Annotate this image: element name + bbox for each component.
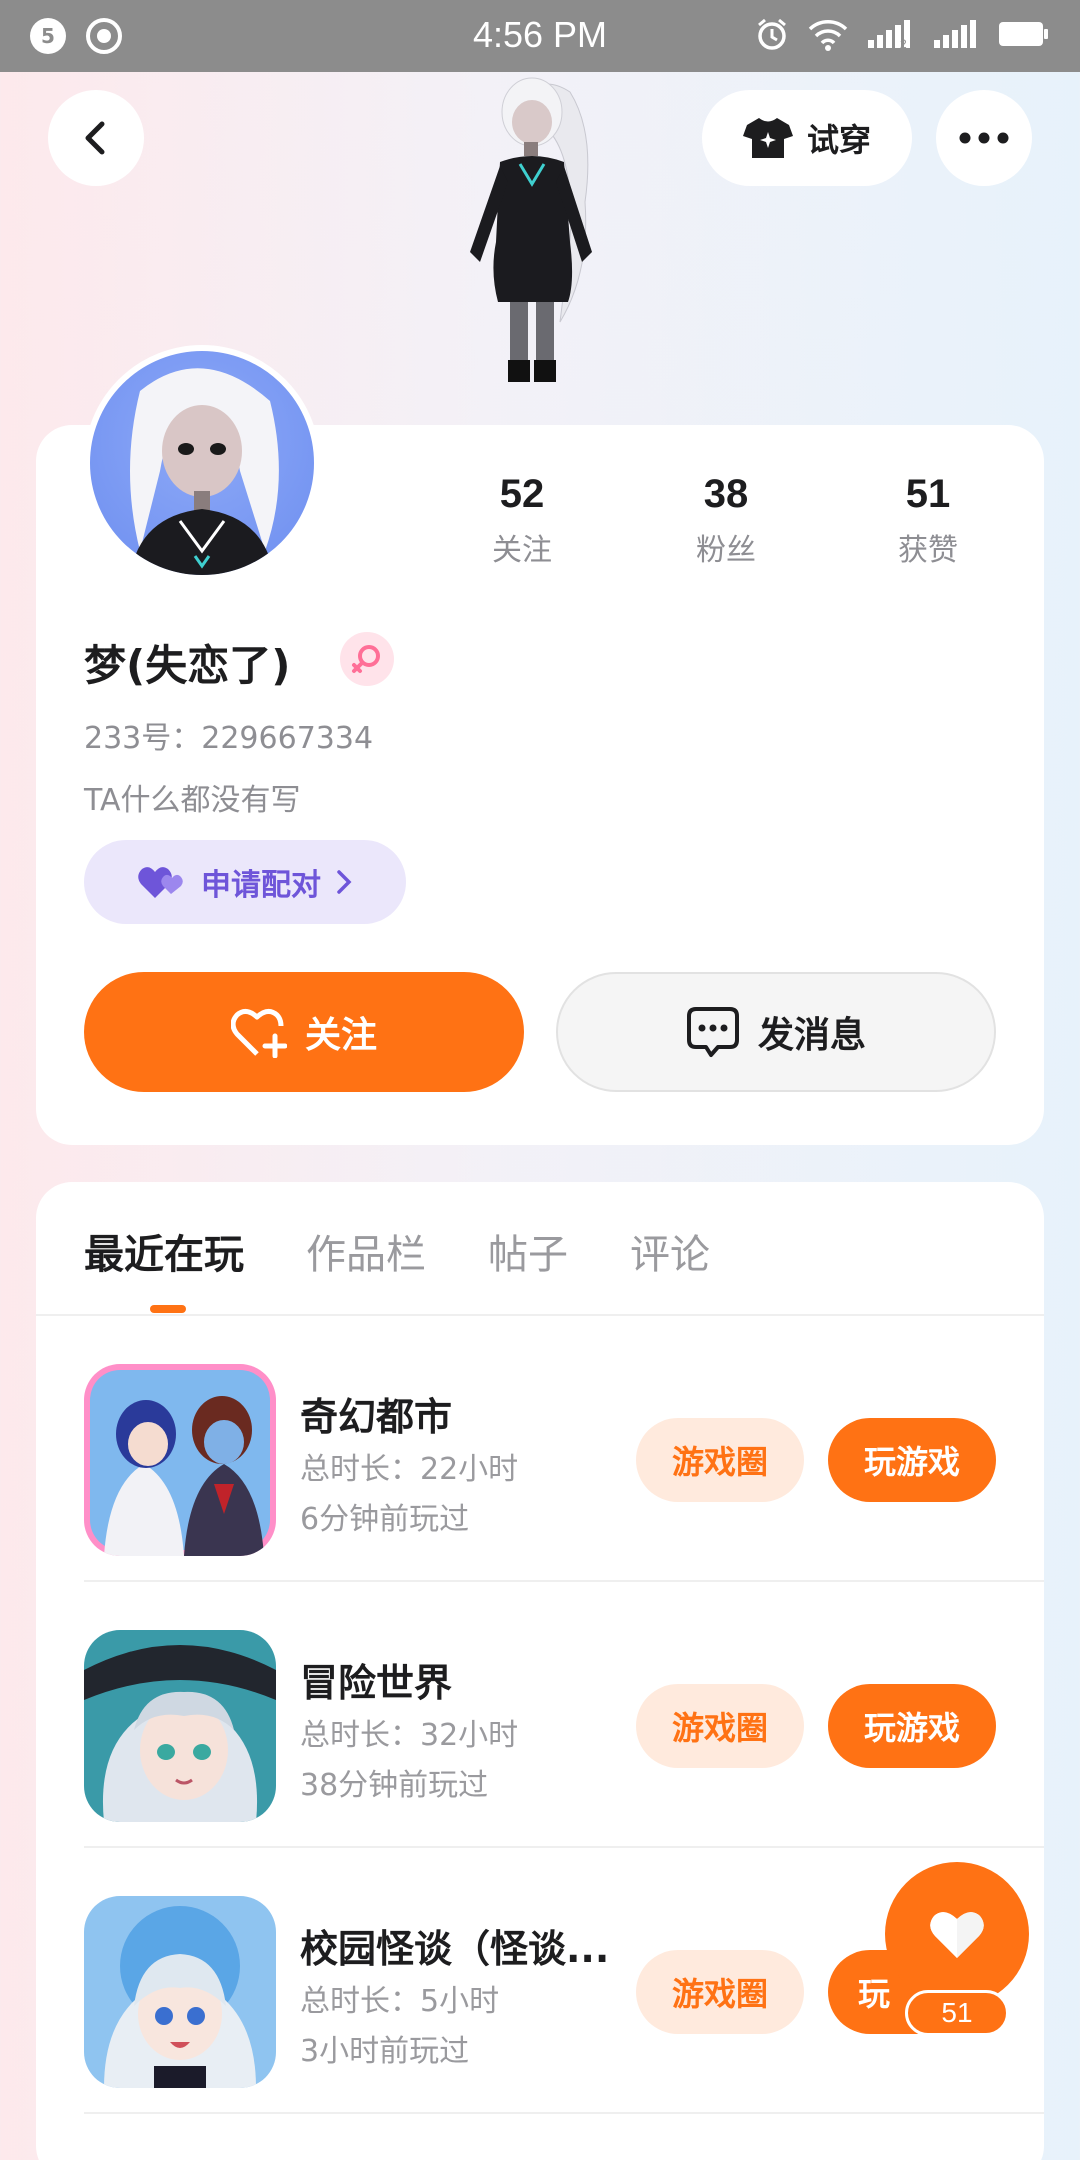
- game-last-played: 6分钟前玩过: [300, 1502, 470, 1537]
- profile-tabs: 最近在玩 作品栏 帖子 评论: [84, 1222, 710, 1280]
- following-label: 关注: [492, 533, 552, 568]
- chevron-right-icon: [337, 870, 352, 894]
- purple-hearts-icon: [138, 867, 183, 898]
- game-circle-button[interactable]: 游戏圈: [636, 1684, 804, 1768]
- back-button[interactable]: [48, 90, 144, 186]
- follow-label: 关注: [304, 1015, 377, 1056]
- game-circle-button[interactable]: 游戏圈: [636, 1950, 804, 2034]
- send-message-label: 发消息: [757, 1015, 866, 1056]
- request-pair-button[interactable]: 申请配对: [84, 840, 406, 924]
- female-gender-icon: [340, 632, 394, 686]
- stat-likes[interactable]: 51 获赞: [858, 472, 998, 569]
- avatar[interactable]: [84, 345, 320, 581]
- svg-text:2: 2: [900, 37, 907, 50]
- battery-icon: [999, 22, 1048, 46]
- followers-label: 粉丝: [696, 533, 756, 568]
- game-duration: 总时长：22小时: [300, 1452, 519, 1487]
- more-button[interactable]: [936, 90, 1032, 186]
- follow-button[interactable]: 关注: [84, 972, 524, 1092]
- heart-plus-icon: [230, 1009, 287, 1058]
- game-row[interactable]: 冒险世界 总时长：32小时 38分钟前玩过 游戏圈 玩游戏: [84, 1582, 1044, 1848]
- alarm-icon: [758, 18, 786, 50]
- signal-1-icon: 2: [868, 20, 910, 50]
- likes-label: 获赞: [898, 533, 958, 568]
- play-game-button[interactable]: 玩游戏: [828, 1684, 996, 1768]
- try-on-button[interactable]: 试穿: [702, 90, 912, 186]
- like-button[interactable]: [885, 1862, 1029, 2006]
- active-tab-indicator: [150, 1305, 186, 1313]
- status-bar: 5 4:56 PM 2: [0, 0, 1080, 72]
- stat-followers[interactable]: 38 粉丝: [656, 472, 796, 569]
- heart-icon: [930, 1912, 984, 1958]
- like-count-badge: 51: [905, 1990, 1009, 2036]
- likes-count: 51: [905, 472, 951, 516]
- tab-posts[interactable]: 帖子: [488, 1222, 568, 1280]
- avatar-image: [130, 368, 279, 575]
- tshirt-icon: [742, 118, 793, 158]
- try-on-label: 试穿: [806, 121, 871, 159]
- request-pair-label: 申请配对: [201, 868, 321, 903]
- game-icon-fantasy-city[interactable]: [84, 1364, 276, 1556]
- followers-count: 38: [703, 472, 749, 516]
- game-last-played: 38分钟前玩过: [300, 1768, 489, 1803]
- game-duration: 总时长：32小时: [300, 1718, 519, 1753]
- chat-bubble-icon: [686, 1007, 739, 1057]
- game-circle-button[interactable]: 游戏圈: [636, 1418, 804, 1502]
- game-row[interactable]: 奇幻都市 总时长：22小时 6分钟前玩过 游戏圈 玩游戏: [84, 1316, 1044, 1582]
- wifi-icon: [808, 20, 848, 51]
- chevron-left-icon: [85, 121, 105, 155]
- game-last-played: 3小时前玩过: [300, 2034, 470, 2069]
- following-count: 52: [499, 472, 545, 516]
- game-name: 校园怪谈（怪谈...: [300, 1927, 610, 1971]
- stat-following[interactable]: 52 关注: [452, 472, 592, 569]
- tab-comments[interactable]: 评论: [630, 1222, 710, 1280]
- username: 梦(失恋了): [84, 641, 291, 690]
- play-game-button[interactable]: 玩游戏: [828, 1418, 996, 1502]
- game-icon-campus-ghost-stories[interactable]: [84, 1896, 276, 2088]
- row-divider: [84, 2112, 1044, 2114]
- game-duration: 总时长：5小时: [300, 1984, 500, 2019]
- send-message-button[interactable]: 发消息: [556, 972, 996, 1092]
- signal-2-icon: [934, 20, 976, 48]
- user-id: 233号：229667334: [84, 721, 374, 756]
- game-name: 冒险世界: [300, 1661, 453, 1705]
- tab-works[interactable]: 作品栏: [306, 1222, 426, 1280]
- game-name: 奇幻都市: [300, 1395, 453, 1439]
- game-icon-adventure-world[interactable]: [84, 1630, 276, 1822]
- tab-recently-played[interactable]: 最近在玩: [84, 1222, 244, 1280]
- more-dots-icon: [959, 132, 1009, 144]
- character-model: [470, 77, 592, 382]
- user-bio: TA什么都没有写: [84, 783, 301, 818]
